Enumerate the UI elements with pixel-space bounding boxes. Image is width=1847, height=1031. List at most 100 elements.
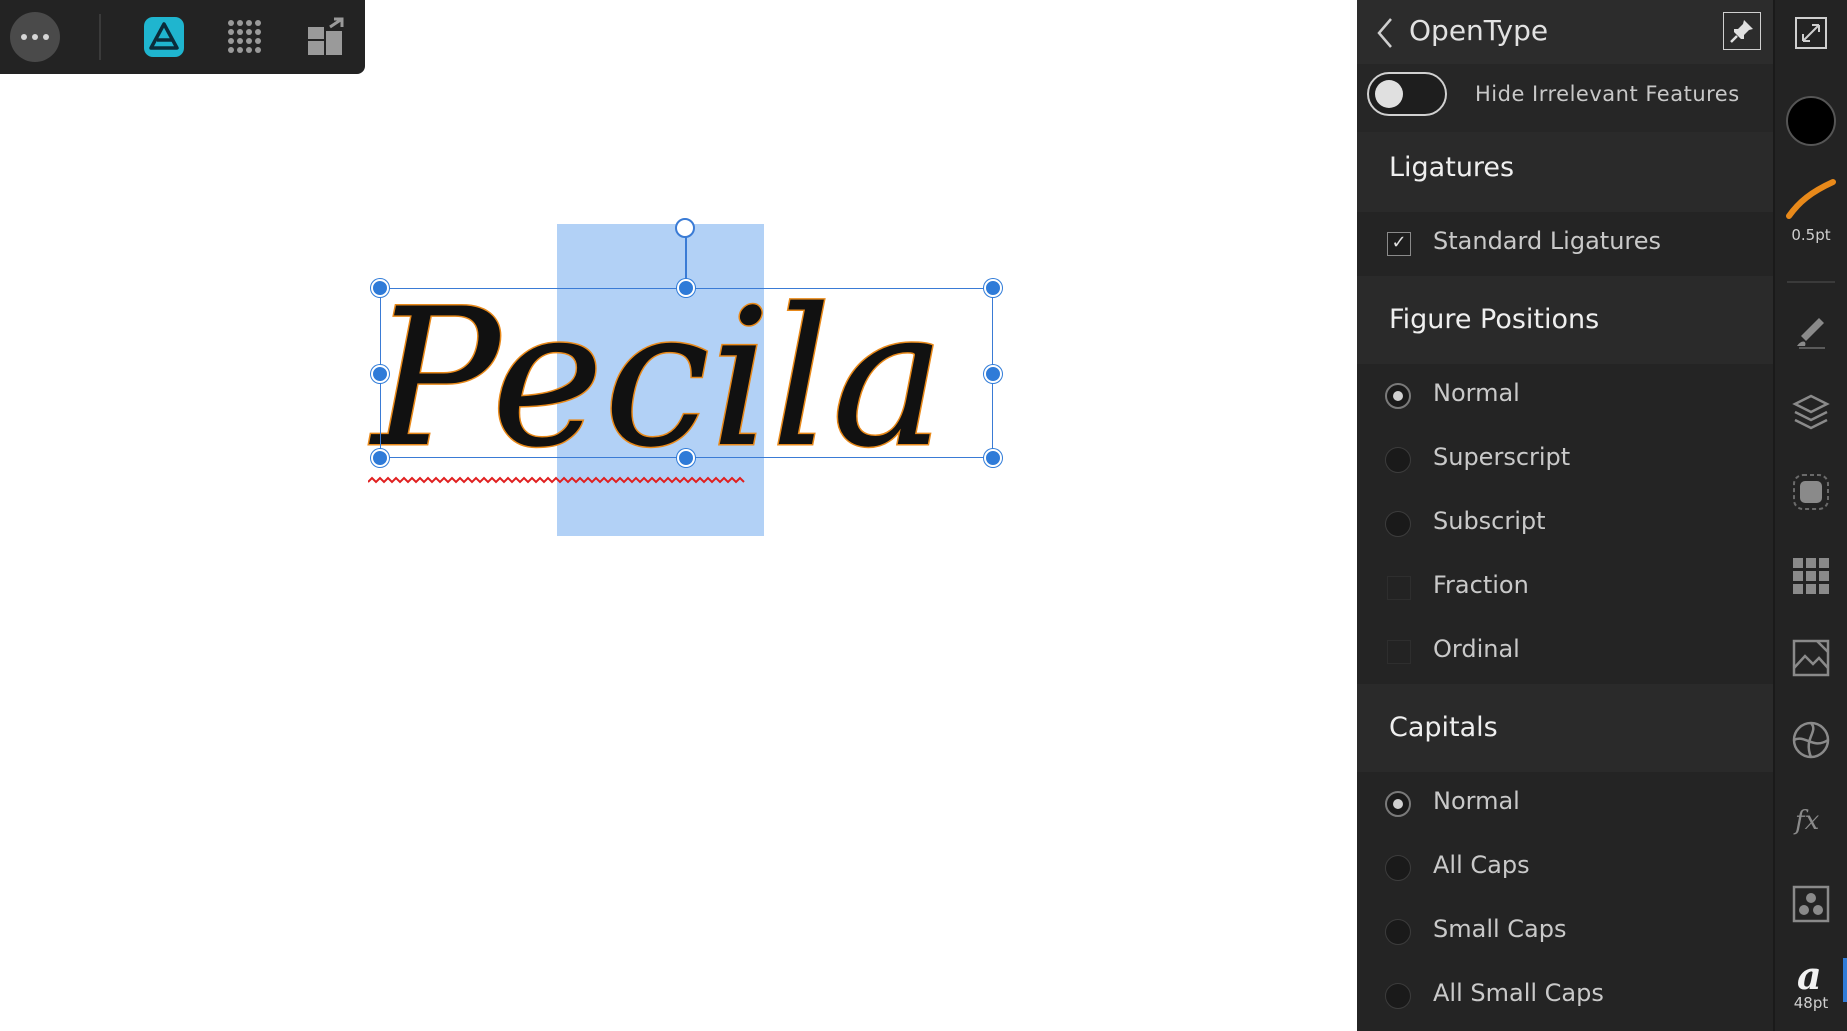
radio-selected-icon[interactable]	[1385, 383, 1411, 409]
radio-selected-icon[interactable]	[1385, 791, 1411, 817]
option-label: All Small Caps	[1433, 979, 1604, 1007]
color-wheel-icon	[1792, 721, 1830, 759]
section-title: Ligatures	[1389, 152, 1515, 183]
section-title: Figure Positions	[1389, 304, 1600, 335]
stock-button[interactable]	[1775, 638, 1847, 678]
section-header-capitals: Capitals	[1357, 684, 1773, 772]
swatches-button[interactable]	[1775, 556, 1847, 596]
hide-irrelevant-label: Hide Irrelevant Features	[1475, 82, 1740, 106]
option-all-small-caps[interactable]: All Small Caps	[1357, 964, 1773, 1028]
section-body-capitals: Normal All Caps Small Caps All Small Cap…	[1357, 772, 1773, 1031]
handle-bottom-left[interactable]	[371, 449, 389, 467]
active-tool-indicator	[1843, 958, 1847, 1002]
handle-bottom-right[interactable]	[984, 449, 1002, 467]
spellcheck-underline	[368, 476, 745, 484]
studio-tool-strip: 0.5pt fx a 48pt	[1773, 0, 1847, 1031]
svg-text:a: a	[1797, 956, 1822, 994]
option-standard-ligatures[interactable]: ✓ Standard Ligatures	[1357, 212, 1773, 276]
checkbox-icon[interactable]	[1387, 640, 1411, 664]
fullscreen-icon	[1795, 17, 1827, 49]
radio-icon[interactable]	[1385, 855, 1411, 881]
hide-irrelevant-row: Hide Irrelevant Features	[1357, 64, 1773, 132]
handle-top-center[interactable]	[677, 279, 695, 297]
more-button[interactable]	[6, 8, 64, 66]
stroke-width-label: 0.5pt	[1791, 226, 1831, 244]
section-body-figure-positions: Normal Superscript Subscript Fraction Or…	[1357, 364, 1773, 684]
fx-button[interactable]: fx	[1775, 800, 1847, 840]
fullscreen-button[interactable]	[1775, 16, 1847, 50]
export-persona-icon	[308, 17, 344, 55]
svg-text:fx: fx	[1793, 806, 1820, 836]
option-label: Standard Ligatures	[1433, 227, 1662, 255]
opentype-panel: OpenType Hide Irrelevant Features Ligatu…	[1357, 0, 1773, 1031]
option-superscript[interactable]: Superscript	[1357, 428, 1773, 492]
brushes-icon	[1797, 318, 1825, 349]
dot-grid-icon	[228, 20, 261, 53]
section-title: Capitals	[1389, 712, 1498, 743]
styles-icon	[1792, 885, 1830, 923]
chevron-left-icon[interactable]	[1373, 16, 1397, 50]
option-label: Subscript	[1433, 507, 1546, 535]
affinity-designer-logo-icon	[144, 17, 184, 57]
option-fraction[interactable]: Fraction	[1357, 556, 1773, 620]
option-small-caps[interactable]: Small Caps	[1357, 900, 1773, 964]
handle-middle-right[interactable]	[984, 365, 1002, 383]
app-logo-button[interactable]	[135, 8, 193, 66]
styles-button[interactable]	[1775, 884, 1847, 924]
handle-bottom-center[interactable]	[677, 449, 695, 467]
grid-button[interactable]	[216, 8, 274, 66]
option-label: All Caps	[1433, 851, 1530, 879]
checkbox-icon[interactable]	[1387, 576, 1411, 600]
effects-icon	[1793, 474, 1829, 510]
checkbox-icon[interactable]: ✓	[1387, 232, 1411, 256]
character-icon: a	[1797, 956, 1822, 994]
swatches-grid-icon	[1793, 558, 1829, 594]
pin-button[interactable]	[1723, 12, 1761, 50]
panel-title: OpenType	[1409, 14, 1549, 47]
section-body-ligatures: ✓ Standard Ligatures	[1357, 212, 1773, 276]
option-label: Ordinal	[1433, 635, 1520, 663]
section-header-figure-positions: Figure Positions	[1357, 276, 1773, 364]
radio-icon[interactable]	[1385, 983, 1411, 1009]
handle-top-right[interactable]	[984, 279, 1002, 297]
option-label: Normal	[1433, 787, 1520, 815]
radio-icon[interactable]	[1385, 919, 1411, 945]
top-toolbar	[0, 0, 365, 74]
pin-icon	[1730, 20, 1753, 43]
character-button[interactable]: a 48pt	[1775, 956, 1847, 1012]
option-subscript[interactable]: Subscript	[1357, 492, 1773, 556]
document-canvas[interactable]: Pecila	[0, 74, 1357, 1031]
selection-bounding-box	[380, 288, 993, 458]
option-label: Superscript	[1433, 443, 1571, 471]
option-label: Fraction	[1433, 571, 1529, 599]
stock-image-icon	[1792, 639, 1830, 677]
export-persona-button[interactable]	[297, 8, 355, 66]
font-size-label: 48pt	[1793, 994, 1829, 1012]
handle-top-left[interactable]	[371, 279, 389, 297]
color-button[interactable]	[1775, 720, 1847, 760]
option-ordinal[interactable]: Ordinal	[1357, 620, 1773, 684]
section-header-ligatures: Ligatures	[1357, 132, 1773, 212]
tool-strip-divider	[1787, 281, 1835, 283]
ellipsis-icon	[10, 12, 60, 62]
fill-swatch[interactable]	[1775, 94, 1847, 148]
option-capitals-normal[interactable]: Normal	[1357, 772, 1773, 836]
fx-icon: fx	[1793, 806, 1820, 836]
option-label: Small Caps	[1433, 915, 1567, 943]
radio-icon[interactable]	[1385, 511, 1411, 537]
toolbar-divider	[99, 14, 101, 60]
hide-irrelevant-toggle[interactable]	[1367, 72, 1447, 116]
panel-header: OpenType	[1357, 0, 1773, 64]
option-figure-normal[interactable]: Normal	[1357, 364, 1773, 428]
option-all-caps[interactable]: All Caps	[1357, 836, 1773, 900]
effects-button[interactable]	[1775, 472, 1847, 512]
rotation-handle[interactable]	[675, 218, 695, 238]
radio-icon[interactable]	[1385, 447, 1411, 473]
stroke-swatch[interactable]: 0.5pt	[1775, 176, 1847, 244]
handle-middle-left[interactable]	[371, 365, 389, 383]
fill-color-swatch-icon	[1786, 96, 1836, 146]
layers-button[interactable]	[1775, 392, 1847, 432]
stroke-brush-icon	[1786, 179, 1836, 219]
brushes-button[interactable]	[1775, 310, 1847, 350]
option-label: Normal	[1433, 379, 1520, 407]
